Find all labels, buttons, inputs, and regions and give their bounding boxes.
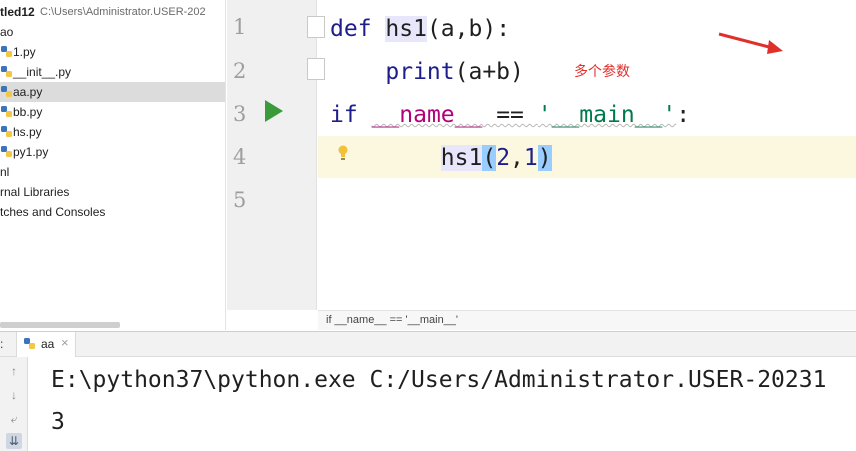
annotation-arrow-icon: [718, 32, 783, 54]
project-root-path: C:\Users\Administrator.USER-202: [40, 6, 206, 18]
tree-item-file[interactable]: nl: [0, 162, 225, 182]
console-command-line: E:\python37\python.exe C:/Users/Administ…: [51, 367, 827, 393]
arg-number: 1: [523, 145, 538, 171]
tree-item-file-selected[interactable]: aa.py: [0, 82, 225, 102]
run-tab-bar: : aa ×: [0, 331, 856, 357]
tree-item-label: 1.py: [13, 45, 36, 59]
fold-end-icon[interactable]: [307, 58, 325, 80]
tree-item-label: hs.py: [13, 125, 42, 139]
tree-item-label: tches and Consoles: [0, 205, 106, 219]
keyword-def: def: [330, 16, 372, 42]
scroll-to-end-icon[interactable]: ⇊: [6, 433, 22, 449]
project-root-name: tled12: [0, 5, 35, 19]
code-line-2: print(a+b): [330, 51, 524, 93]
python-file-icon: [1, 106, 12, 117]
line-number: 5: [233, 188, 247, 212]
console-output-line: 3: [51, 409, 65, 435]
tree-horizontal-scrollbar[interactable]: [0, 322, 120, 328]
close-icon[interactable]: ×: [61, 335, 69, 350]
soft-wrap-icon[interactable]: ⤶: [6, 411, 22, 427]
run-panel-label: :: [0, 337, 4, 351]
dunder-name: __name__: [371, 102, 483, 128]
project-tree-panel: tled12 C:\Users\Administrator.USER-202 a…: [0, 0, 226, 330]
fold-start-icon[interactable]: [307, 16, 325, 38]
print-args: (a+b): [454, 59, 524, 85]
editor-breadcrumb[interactable]: if __name__ == '__main__': [318, 310, 856, 330]
keyword-if: if: [330, 102, 358, 128]
python-file-icon: [24, 338, 35, 349]
code-line-4: hs1(2,1): [330, 137, 552, 179]
tree-item-label: aa.py: [13, 85, 43, 99]
tree-item-file[interactable]: bb.py: [0, 102, 225, 122]
tree-item-label: __init__.py: [13, 65, 72, 79]
tree-item-file[interactable]: py1.py: [0, 142, 225, 162]
tree-item-package[interactable]: ao: [0, 22, 225, 42]
run-toolbar: ↑ ↓ ⤶ ⇊: [0, 357, 28, 451]
python-file-icon: [1, 66, 12, 77]
function-call: hs1: [440, 145, 483, 171]
run-tab-aa[interactable]: aa ×: [16, 332, 76, 357]
comma: ,: [510, 145, 524, 171]
tree-item-file[interactable]: hs.py: [0, 122, 225, 142]
code-line-3: if __name__ == '__main__':: [330, 94, 690, 136]
tree-item-label: nl: [0, 165, 10, 179]
arrow-up-icon[interactable]: ↑: [6, 363, 22, 379]
paren-close: ): [537, 145, 552, 171]
run-console[interactable]: E:\python37\python.exe C:/Users/Administ…: [29, 357, 856, 451]
code-editor[interactable]: 1 2 3 4 5 def hs1(a,b): print(a+b) if __…: [227, 0, 856, 330]
project-root[interactable]: tled12 C:\Users\Administrator.USER-202: [0, 2, 225, 22]
run-gutter-icon[interactable]: [265, 100, 283, 122]
tree-item-label: py1.py: [13, 145, 49, 159]
editor-gutter: 1 2 3 4 5: [227, 0, 317, 310]
parameters: (a,b):: [426, 16, 511, 42]
paren-open: (: [482, 145, 497, 171]
equality-operator: ==: [482, 102, 538, 128]
tree-item-file[interactable]: 1.py: [0, 42, 225, 62]
python-file-icon: [1, 126, 12, 137]
function-name: hs1: [385, 16, 427, 42]
python-file-icon: [1, 146, 12, 157]
python-file-icon: [1, 86, 12, 97]
tree-item-label: bb.py: [13, 105, 43, 119]
line-number: 1: [233, 15, 247, 39]
python-file-icon: [1, 46, 12, 57]
run-tab-label: aa: [41, 337, 55, 351]
line-number: 4: [233, 145, 247, 169]
annotation-note: 多个参数: [574, 63, 630, 79]
tree-item-scratches[interactable]: tches and Consoles: [0, 202, 225, 222]
line-number: 3: [233, 102, 247, 126]
builtin-print: print: [385, 59, 455, 85]
line-number: 2: [233, 59, 247, 83]
code-line-1: def hs1(a,b):: [330, 8, 510, 50]
string-main: '__main__': [537, 102, 677, 128]
tree-item-label: ao: [0, 25, 14, 39]
tree-item-external-libraries[interactable]: rnal Libraries: [0, 182, 225, 202]
arg-number: 2: [496, 145, 511, 171]
arrow-down-icon[interactable]: ↓: [6, 387, 22, 403]
tree-item-file[interactable]: __init__.py: [0, 62, 225, 82]
tree-item-label: rnal Libraries: [0, 185, 70, 199]
colon: :: [676, 102, 691, 128]
